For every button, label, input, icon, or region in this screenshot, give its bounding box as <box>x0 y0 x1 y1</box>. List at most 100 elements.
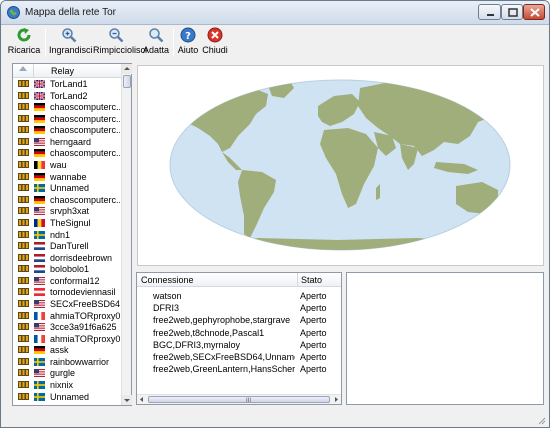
relay-list-item[interactable]: conformal12 <box>13 275 121 287</box>
connection-row[interactable]: free2web,t8chnode,Pascal1 Aperto <box>137 327 341 338</box>
world-map[interactable] <box>138 66 543 265</box>
resize-grip-icon[interactable] <box>536 415 546 425</box>
zoom-out-icon <box>109 28 124 43</box>
relay-name: SECxFreeBSD64 <box>50 298 120 309</box>
relay-list-item[interactable]: assk <box>13 344 121 356</box>
relay-list-item[interactable]: dorrisdeebrown <box>13 252 121 264</box>
refresh-button[interactable]: Ricarica <box>7 27 41 59</box>
connection-list-scrollbar[interactable]: III <box>137 394 341 404</box>
connection-row[interactable]: free2web,gephyrophobe,stargrave Aperto <box>137 314 341 325</box>
refresh-icon <box>17 28 31 42</box>
relay-column-header[interactable]: Relay <box>51 66 74 76</box>
scroll-left-icon[interactable] <box>137 395 147 404</box>
country-flag-icon <box>34 126 45 135</box>
bandwidth-icon <box>18 334 29 342</box>
title-bar[interactable]: Mappa della rete Tor <box>1 1 549 25</box>
connection-list-header[interactable]: Connessione Stato <box>137 273 341 287</box>
relay-list-item[interactable]: SECxFreeBSD64 <box>13 298 121 310</box>
minimize-icon <box>487 14 494 16</box>
relay-list-item[interactable]: 3cce3a91f6a625 <box>13 321 121 333</box>
bandwidth-icon <box>18 172 29 180</box>
relay-name: TheSignul <box>50 217 91 228</box>
relay-list-item[interactable]: rainbowwarrior <box>13 356 121 368</box>
close-icon <box>207 27 223 43</box>
relay-list-item[interactable]: chaoscomputerc... <box>13 147 121 159</box>
minimize-button[interactable] <box>478 4 501 20</box>
column-separator[interactable] <box>297 273 298 287</box>
scroll-right-icon[interactable] <box>331 395 341 404</box>
zoom-in-button[interactable]: Ingrandisci <box>49 27 93 59</box>
connection-row[interactable]: watson Aperto <box>137 290 341 301</box>
relay-list-item[interactable]: chaoscomputerc... <box>13 124 121 136</box>
country-flag-icon <box>34 357 45 366</box>
world-map-panel[interactable] <box>137 65 544 266</box>
relay-list-item[interactable]: chaoscomputerc... <box>13 101 121 113</box>
maximize-button[interactable] <box>501 4 523 20</box>
relay-list-item[interactable]: chaoscomputerc... <box>13 194 121 206</box>
bandwidth-icon <box>18 369 29 377</box>
relay-list-item[interactable]: herngaard <box>13 136 121 148</box>
relay-list-item[interactable]: srvph3xat <box>13 205 121 217</box>
relay-list-item[interactable]: TorLand2 <box>13 90 121 102</box>
zoom-fit-button[interactable]: Adatta <box>141 27 171 59</box>
relay-list-item[interactable]: chaoscomputerc... <box>13 113 121 125</box>
relay-list-item[interactable]: wau <box>13 159 121 171</box>
bandwidth-icon <box>18 149 29 157</box>
close-window-button[interactable] <box>523 4 545 20</box>
connection-row[interactable]: free2web,GreenLantern,HansScherfig Aperto <box>137 363 341 374</box>
bandwidth-icon <box>18 299 29 307</box>
relay-list-item[interactable]: TheSignul <box>13 217 121 229</box>
country-flag-icon <box>34 253 45 262</box>
status-column-header[interactable]: Stato <box>301 275 322 285</box>
relay-list-item[interactable]: bolobolo1 <box>13 263 121 275</box>
relay-list-item[interactable]: ndn1 <box>13 229 121 241</box>
bandwidth-icon <box>18 218 29 226</box>
sort-ascending-icon[interactable] <box>19 66 27 71</box>
close-button[interactable]: Chiudi <box>202 27 228 59</box>
relay-list: TorLand1 TorLand2 chaoscomputerc... chaosco… <box>13 78 121 402</box>
scroll-thumb[interactable]: III <box>148 396 330 404</box>
relay-list-item[interactable]: tornodeviennasil <box>13 286 121 298</box>
column-separator[interactable] <box>33 64 34 78</box>
relay-name: Unnamed <box>50 183 90 194</box>
zoom-out-button[interactable]: Rimpicciolisci <box>93 27 148 59</box>
zoom-out-label: Rimpicciolisci <box>93 45 148 55</box>
connection-row[interactable]: free2web,SECxFreeBSD64,Unnamed Aperto <box>137 351 341 362</box>
bandwidth-icon <box>18 357 29 365</box>
connection-row[interactable]: DFRI3 Aperto <box>137 302 341 313</box>
connection-column-header[interactable]: Connessione <box>141 275 194 285</box>
bandwidth-icon <box>18 137 29 145</box>
scroll-thumb[interactable] <box>123 75 131 88</box>
country-flag-icon <box>34 91 45 100</box>
toolbar: Ricarica Ingrandisci Rimpicciolisci Adat… <box>1 25 549 61</box>
relay-list-item[interactable]: wannabe <box>13 171 121 183</box>
relay-list-item[interactable]: TorLand1 <box>13 78 121 90</box>
bandwidth-icon <box>18 242 29 250</box>
relay-name: chaoscomputerc... <box>50 102 120 113</box>
tor-network-map-window: Mappa della rete Tor Ricarica Ingrandisc… <box>0 0 550 428</box>
relay-list-item[interactable]: ahmiaTORproxy02 <box>13 310 121 322</box>
relay-list-item[interactable]: gurgle <box>13 367 121 379</box>
relay-list-scrollbar[interactable] <box>121 64 132 405</box>
relay-list-item[interactable]: ahmiaTORproxy01 <box>13 333 121 345</box>
connection-status: Aperto <box>300 364 327 375</box>
country-flag-icon <box>34 103 45 112</box>
country-flag-icon <box>34 242 45 251</box>
relay-list-item[interactable]: Unnamed <box>13 391 121 403</box>
relay-list-item[interactable]: Unnamed <box>13 182 121 194</box>
scroll-down-icon[interactable] <box>122 395 132 405</box>
bandwidth-icon <box>18 288 29 296</box>
connection-row[interactable]: BGC,DFRI3,myrnaloy Aperto <box>137 339 341 350</box>
relay-name: chaoscomputerc... <box>50 194 120 205</box>
connection-path: watson <box>153 291 182 301</box>
help-button[interactable]: ? Aiuto <box>177 27 199 59</box>
relay-list-item[interactable]: DanTurell <box>13 240 121 252</box>
refresh-label: Ricarica <box>7 45 41 55</box>
country-flag-icon <box>34 172 45 181</box>
relay-list-item[interactable]: nixnix <box>13 379 121 391</box>
relay-list-header[interactable]: Relay <box>13 64 121 78</box>
zoom-fit-label: Adatta <box>142 45 170 55</box>
scroll-up-icon[interactable] <box>122 64 132 74</box>
country-flag-icon <box>34 381 45 390</box>
relay-name: rainbowwarrior <box>50 356 110 367</box>
